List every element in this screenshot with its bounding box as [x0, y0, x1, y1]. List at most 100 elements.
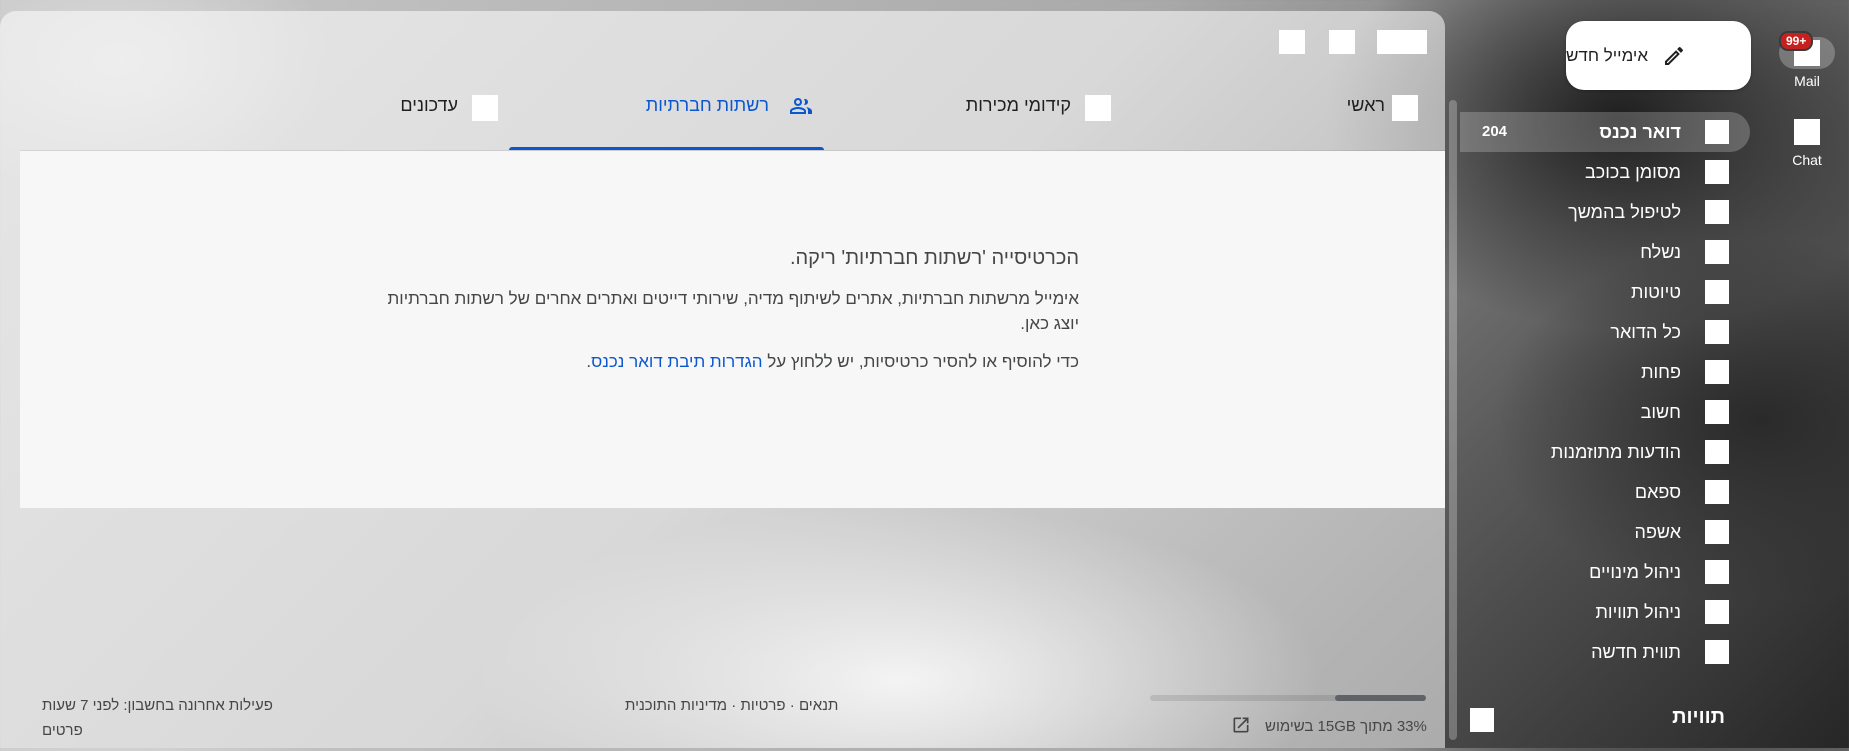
sidebar-item-snoozed[interactable]: לטיפול בהמשך	[1460, 192, 1765, 232]
toolbar-icon[interactable]	[1329, 30, 1355, 54]
tab-label: קידומי מכירות	[965, 95, 1071, 115]
sidebar-item-sent[interactable]: נשלח	[1460, 232, 1765, 272]
settings-icon	[1705, 600, 1729, 624]
report-icon	[1705, 480, 1729, 504]
add-label-icon[interactable]	[1470, 708, 1494, 732]
sidebar-item-label: מסומן בכוכב	[1585, 162, 1681, 182]
tab-primary[interactable]: ראשי	[1315, 73, 1445, 150]
toolbar-icon[interactable]	[1279, 30, 1305, 54]
tab-updates[interactable]: עדכונים	[372, 73, 522, 150]
schedule-send-icon	[1705, 440, 1729, 464]
sidebar-item-new-label[interactable]: תווית חדשה	[1460, 632, 1765, 672]
important-icon	[1705, 400, 1729, 424]
star-icon	[1705, 160, 1729, 184]
trash-icon	[1705, 520, 1729, 544]
compose-label: אימייל חדש	[1566, 45, 1649, 65]
subscriptions-icon	[1705, 560, 1729, 584]
sidebar-item-all-mail[interactable]: כל הדואר	[1460, 312, 1765, 352]
sidebar-item-label: תווית חדשה	[1591, 642, 1681, 662]
rail-item-label: Chat	[1792, 152, 1822, 168]
open-in-new-icon[interactable]	[1231, 715, 1251, 735]
sidebar: אימייל חדש דואר נכנס 204 מסומן בכוכב לטי…	[1460, 0, 1765, 748]
tab-label: עדכונים	[400, 95, 458, 115]
mail-icon-container: 99+	[1779, 31, 1835, 69]
sidebar-item-scheduled[interactable]: הודעות מתוזמנות	[1460, 432, 1765, 472]
terms-link[interactable]: תנאים	[799, 697, 838, 714]
draft-icon	[1705, 280, 1729, 304]
compose-button[interactable]: אימייל חדש	[1566, 21, 1751, 90]
account-activity: פעילות אחרונה בחשבון: לפני 7 שעות פרטים	[42, 697, 273, 739]
privacy-link[interactable]: פרטיות	[740, 697, 785, 714]
active-tab-indicator	[509, 147, 824, 150]
tab-label: רשתות חברתיות	[645, 95, 769, 115]
rail-item-label: Mail	[1794, 73, 1820, 89]
program-policy-link[interactable]: מדיניות התוכנית	[625, 697, 727, 714]
activity-details-link[interactable]: פרטים	[42, 722, 273, 739]
rail-item-mail[interactable]: 99+ Mail	[1765, 31, 1849, 89]
sidebar-item-starred[interactable]: מסומן בכוכב	[1460, 152, 1765, 192]
storage-bar	[1150, 695, 1426, 701]
sidebar-item-label: ניהול מינויים	[1589, 562, 1681, 582]
sidebar-item-spam[interactable]: ספאם	[1460, 472, 1765, 512]
main-panel: ראשי קידומי מכירות רשתות חברתיות עדכונים…	[0, 11, 1445, 748]
storage-fill	[1334, 695, 1426, 701]
inbox-icon	[1705, 120, 1729, 144]
sidebar-item-label: ניהול תוויות	[1595, 602, 1681, 622]
sidebar-item-inbox[interactable]: דואר נכנס 204	[1460, 112, 1750, 152]
sidebar-item-important[interactable]: חשוב	[1460, 392, 1765, 432]
hint-text: כדי להוסיף או להסיר כרטיסיות, יש ללחוץ ע…	[762, 352, 1079, 371]
info-icon	[472, 95, 498, 121]
sidebar-item-manage-subscriptions[interactable]: ניהול מינויים	[1460, 552, 1765, 592]
chevron-up-icon	[1705, 360, 1729, 384]
sidebar-item-drafts[interactable]: טיוטות	[1460, 272, 1765, 312]
empty-state-hint: כדי להוסיף או להסיר כרטיסיות, יש ללחוץ ע…	[379, 352, 1079, 372]
category-tabs: ראשי קידומי מכירות רשתות חברתיות עדכונים	[20, 73, 1445, 151]
tab-label: ראשי	[1346, 95, 1385, 115]
inbox-settings-link[interactable]: הגדרות תיבת דואר נכנס	[591, 352, 762, 371]
send-icon	[1705, 240, 1729, 264]
unread-badge: 99+	[1779, 31, 1814, 51]
clock-icon	[1705, 200, 1729, 224]
last-activity-text: פעילות אחרונה בחשבון: לפני 7 שעות	[42, 697, 273, 714]
add-icon	[1705, 640, 1729, 664]
folder-list: דואר נכנס 204 מסומן בכוכב לטיפול בהמשך נ…	[1460, 112, 1765, 672]
footer: 33% מתוך 15GB בשימוש תנאים · פרטיות · מד…	[0, 681, 1445, 751]
sidebar-item-label: חשוב	[1640, 402, 1681, 422]
rail-item-chat[interactable]: Chat	[1765, 116, 1849, 168]
inbox-icon	[1392, 95, 1418, 121]
storage-usage: 33% מתוך 15GB בשימוש	[1265, 718, 1427, 735]
message-list-area: הכרטיסייה 'רשתות חברתיות' ריקה. אימייל מ…	[20, 151, 1445, 508]
footer-links: תנאים · פרטיות · מדיניות התוכנית	[625, 697, 838, 714]
sidebar-item-less[interactable]: פחות	[1460, 352, 1765, 392]
labels-section-header: תוויות	[1460, 700, 1765, 736]
sidebar-item-label: דואר נכנס	[1599, 122, 1681, 142]
sidebar-item-label: הודעות מתוזמנות	[1550, 442, 1681, 462]
people-icon	[789, 94, 813, 123]
tab-social[interactable]: רשתות חברתיות	[509, 73, 824, 150]
chat-icon-container	[1779, 116, 1835, 148]
separator: ·	[785, 697, 799, 714]
chat-icon	[1794, 119, 1820, 145]
sidebar-item-label: טיוטות	[1631, 282, 1681, 302]
sidebar-item-manage-labels[interactable]: ניהול תוויות	[1460, 592, 1765, 632]
separator: ·	[727, 697, 741, 714]
scrollbar[interactable]	[1449, 100, 1457, 740]
sidebar-item-label: לטיפול בהמשך	[1568, 202, 1681, 222]
empty-state-title: הכרטיסייה 'רשתות חברתיות' ריקה.	[789, 247, 1079, 269]
empty-state: הכרטיסייה 'רשתות חברתיות' ריקה. אימייל מ…	[379, 247, 1079, 372]
sidebar-item-label: אשפה	[1634, 522, 1681, 542]
tab-promotions[interactable]: קידומי מכירות	[955, 73, 1155, 150]
all-mail-icon	[1705, 320, 1729, 344]
labels-title: תוויות	[1672, 706, 1725, 728]
empty-state-description: אימייל מרשתות חברתיות, אתרים לשיתוף מדיה…	[387, 289, 1079, 333]
sidebar-item-trash[interactable]: אשפה	[1460, 512, 1765, 552]
app-rail: 99+ Mail Chat	[1765, 0, 1849, 748]
sidebar-item-label: ספאם	[1634, 482, 1681, 502]
sidebar-item-label: כל הדואר	[1610, 322, 1681, 342]
tag-icon	[1085, 95, 1111, 121]
pagination-control[interactable]	[1377, 30, 1427, 54]
pencil-icon	[1662, 44, 1686, 68]
unread-count: 204	[1482, 123, 1508, 140]
sidebar-item-label: נשלח	[1640, 242, 1681, 262]
sidebar-item-label: פחות	[1641, 362, 1681, 382]
